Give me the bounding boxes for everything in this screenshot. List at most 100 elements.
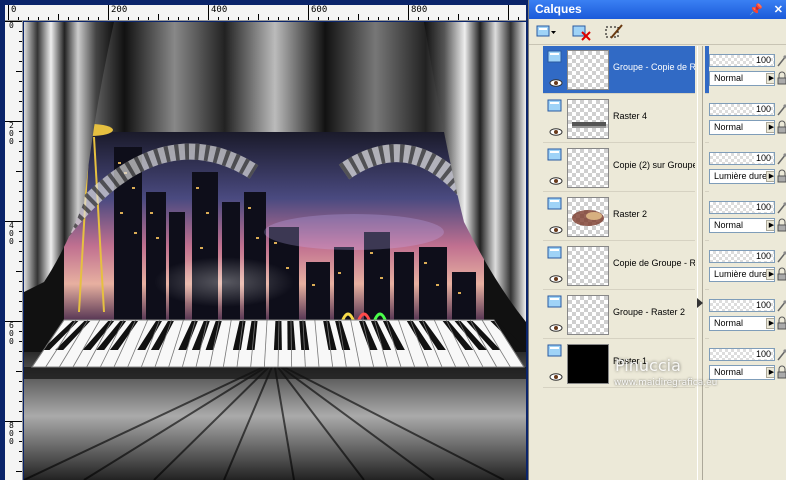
ruler-label: 800 [9,421,14,446]
blend-mode-value: Normal [714,318,744,328]
chevron-right-icon[interactable]: ▶ [766,122,774,133]
lock-icon[interactable] [777,267,786,282]
visibility-eye-icon[interactable] [549,270,563,283]
blend-mode-select[interactable]: Lumière dure ▶ [709,267,775,282]
layer-properties: 100 Normal ▶ [707,46,786,94]
chevron-right-icon[interactable]: ▶ [766,220,774,231]
opacity-value: 100 [753,251,771,261]
chevron-right-icon[interactable]: ▶ [766,318,774,329]
layer-type-icon [547,295,563,309]
layer-properties-column: 100 Normal ▶ 100 Normal ▶ 100 Lumière dure ▶ 100 N… [707,46,786,480]
visibility-eye-icon[interactable] [549,221,563,234]
opacity-slider-icon[interactable] [777,201,786,214]
blend-mode-select[interactable]: Normal ▶ [709,316,775,331]
layer-type-icon [547,99,563,113]
chevron-right-icon[interactable]: ▶ [766,73,774,84]
opacity-field[interactable]: 100 [709,103,775,116]
opacity-field[interactable]: 100 [709,152,775,165]
chevron-right-icon[interactable]: ▶ [766,171,774,182]
artwork [24,22,526,480]
layer-row[interactable]: Groupe - Raster 2 [543,291,709,339]
ruler-label: 200 [111,5,128,15]
palette-splitter[interactable] [695,46,705,480]
ruler-label: 600 [311,5,328,15]
visibility-eye-icon[interactable] [549,74,563,87]
visibility-eye-icon[interactable] [549,319,563,332]
layer-row[interactable]: Raster 1 [543,340,709,388]
vertical-ruler-ticks [5,21,22,472]
opacity-field[interactable]: 100 [709,299,775,312]
new-layer-icon[interactable] [535,22,557,42]
splitter-handle-icon[interactable] [696,294,704,312]
layer-thumbnail [567,344,609,384]
layer-properties: 100 Lumière dure ▶ [707,144,786,192]
layer-list: Groupe - Copie de R Raster 4 Copie (2) sur… [543,46,709,480]
opacity-field[interactable]: 100 [709,54,775,67]
horizontal-ruler[interactable]: 0 200 400 600 800 [8,5,526,21]
lock-icon[interactable] [777,316,786,331]
layer-row[interactable]: Raster 4 [543,95,709,143]
opacity-slider-icon[interactable] [777,348,786,361]
layers-palette: Calques 📌 ✕ Groupe - Copie de R Raster 4C… [528,0,786,480]
opacity-slider-icon[interactable] [777,299,786,312]
visibility-eye-icon[interactable] [549,172,563,185]
blend-mode-select[interactable]: Normal ▶ [709,365,775,380]
layer-properties: 100 Normal ▶ [707,340,786,388]
blend-mode-select[interactable]: Normal ▶ [709,120,775,135]
pin-icon[interactable]: 📌 [749,4,763,16]
opacity-value: 100 [753,349,771,359]
lock-icon[interactable] [777,71,786,86]
opacity-slider-icon[interactable] [777,152,786,165]
blend-mode-value: Lumière dure [714,269,768,279]
layer-row[interactable]: Copie de Groupe - R [543,242,709,290]
layer-row[interactable]: Groupe - Copie de R [543,46,709,94]
layer-type-icon [547,148,563,162]
chevron-right-icon[interactable]: ▶ [766,269,774,280]
chevron-right-icon[interactable]: ▶ [766,367,774,378]
opacity-slider-icon[interactable] [777,103,786,116]
opacity-field[interactable]: 100 [709,201,775,214]
opacity-field[interactable]: 100 [709,250,775,263]
layer-thumbnail [567,148,609,188]
opacity-slider-icon[interactable] [777,250,786,263]
blend-mode-value: Normal [714,220,744,230]
blend-mode-select[interactable]: Normal ▶ [709,71,775,86]
ruler-label: 600 [9,321,14,346]
blend-mode-value: Normal [714,73,744,83]
layer-row[interactable]: Raster 2 [543,193,709,241]
ruler-label: 200 [9,121,14,146]
visibility-eye-icon[interactable] [549,368,563,381]
layer-properties: 100 Normal ▶ [707,291,786,339]
blend-mode-value: Normal [714,367,744,377]
mask-icon[interactable] [603,22,625,42]
layer-row[interactable]: Copie (2) sur Groupe [543,144,709,192]
layer-type-icon [547,197,563,211]
close-icon[interactable]: ✕ [774,4,783,16]
layer-thumbnail [567,50,609,90]
blend-mode-value: Normal [714,122,744,132]
image-canvas[interactable] [24,22,526,480]
opacity-value: 100 [753,153,771,163]
opacity-slider-icon[interactable] [777,54,786,67]
blend-mode-select[interactable]: Normal ▶ [709,218,775,233]
opacity-value: 100 [753,202,771,212]
layer-thumbnail [567,197,609,237]
opacity-value: 100 [753,104,771,114]
delete-layer-icon[interactable] [571,22,593,42]
layer-thumbnail [567,295,609,335]
ruler-label: 400 [211,5,228,15]
lock-icon[interactable] [777,169,786,184]
opacity-value: 100 [753,300,771,310]
lock-icon[interactable] [777,365,786,380]
layer-type-icon [547,50,563,64]
lock-icon[interactable] [777,218,786,233]
visibility-eye-icon[interactable] [549,123,563,136]
vertical-ruler[interactable]: 0 200 400 600 800 [5,21,23,480]
app-window: 0 200 400 600 800 0 200 400 600 800 Calq… [0,0,786,480]
lock-icon[interactable] [777,120,786,135]
ruler-label: 0 [11,5,17,15]
opacity-field[interactable]: 100 [709,348,775,361]
palette-titlebar[interactable]: Calques 📌 ✕ [529,0,786,19]
blend-mode-select[interactable]: Lumière dure ▶ [709,169,775,184]
palette-toolbar [529,19,786,45]
